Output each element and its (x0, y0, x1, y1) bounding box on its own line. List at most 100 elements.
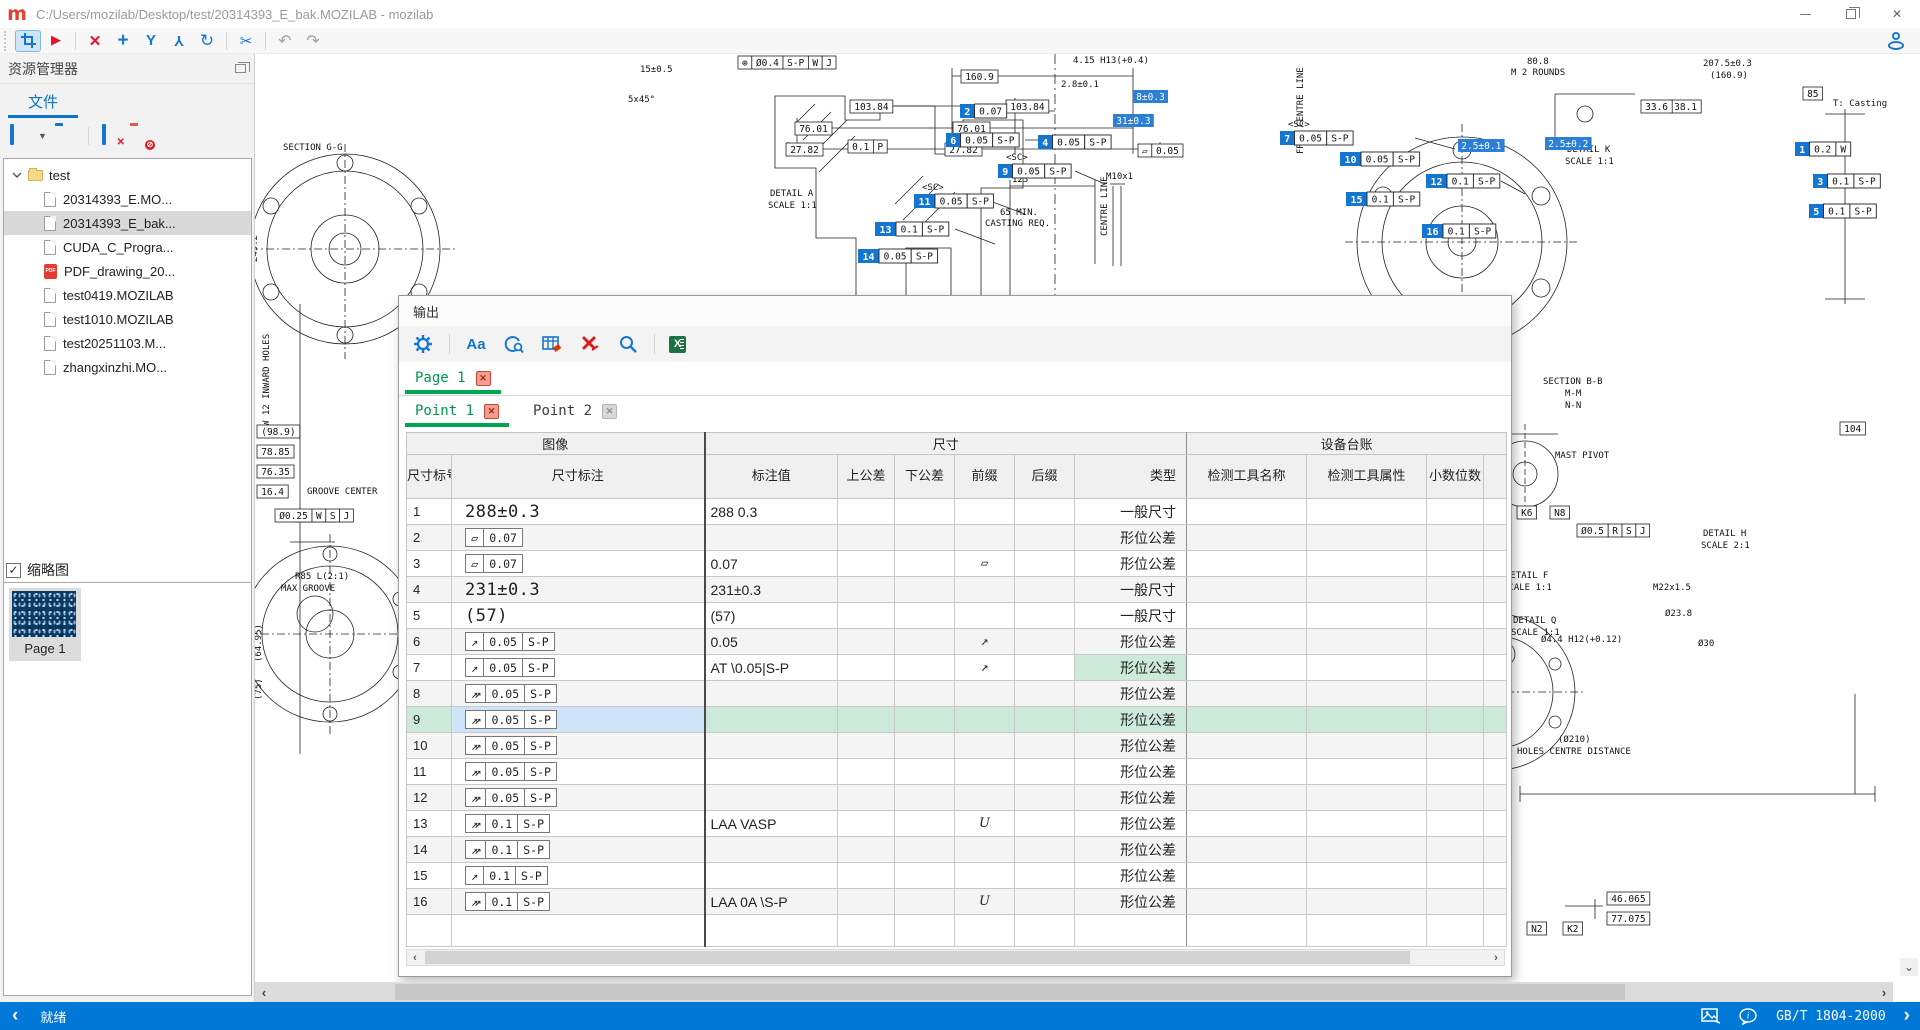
cell-value[interactable] (705, 525, 838, 551)
cell-lower-tol[interactable] (895, 863, 955, 889)
cell-tool-attr[interactable] (1307, 811, 1427, 837)
cell-annotation[interactable]: ↗↗0.05S-P (452, 785, 705, 811)
cell-tool-attr[interactable] (1307, 603, 1427, 629)
cell-dim-id[interactable]: 5 (407, 603, 452, 629)
cell-dim-id[interactable]: 10 (407, 733, 452, 759)
cell-prefix[interactable]: U (955, 889, 1015, 915)
cell-suffix[interactable] (1015, 577, 1075, 603)
cell-type[interactable]: 形位公差 (1075, 551, 1187, 577)
redo-button[interactable]: ↷ (300, 30, 326, 52)
cell-value[interactable]: 288 0.3 (705, 499, 838, 525)
cell-decimals[interactable] (1427, 551, 1484, 577)
cell-tool-attr[interactable] (1307, 707, 1427, 733)
cell-suffix[interactable] (1015, 525, 1075, 551)
cell-dim-id[interactable]: 1 (407, 499, 452, 525)
account-icon[interactable] (1886, 31, 1906, 51)
cell-value[interactable]: AT \0.05|S-P (705, 655, 838, 681)
cell-upper-tol[interactable] (838, 785, 895, 811)
settings-gear-icon[interactable] (411, 332, 435, 356)
cell-upper-tol[interactable] (838, 629, 895, 655)
cell-upper-tol[interactable] (838, 603, 895, 629)
cell-decimals[interactable] (1427, 837, 1484, 863)
cell-tool-attr[interactable] (1307, 655, 1427, 681)
cell-lower-tol[interactable] (895, 811, 955, 837)
cell-lower-tol[interactable] (895, 889, 955, 915)
tab-files[interactable]: 文件 (28, 85, 58, 118)
cell-value[interactable] (705, 733, 838, 759)
tolerance-standard-label[interactable]: GB/T 1804-2000 (1776, 1009, 1886, 1024)
add-point-button[interactable]: + (110, 30, 136, 52)
cell-tool-attr[interactable] (1307, 863, 1427, 889)
cell-filler[interactable] (1484, 629, 1507, 655)
scrollbar-thumb[interactable] (395, 984, 1625, 1000)
file-item[interactable]: test1010.MOZILAB (4, 307, 251, 331)
excel-export-icon[interactable]: X (669, 336, 686, 353)
cell-tool-attr[interactable] (1307, 629, 1427, 655)
info-bubble-icon[interactable]: i (1739, 1008, 1758, 1025)
cell-suffix[interactable] (1015, 863, 1075, 889)
cell-decimals[interactable] (1427, 863, 1484, 889)
cell-suffix[interactable] (1015, 785, 1075, 811)
cell-upper-tol[interactable] (838, 525, 895, 551)
cell-lower-tol[interactable] (895, 551, 955, 577)
cell-tool-attr[interactable] (1307, 785, 1427, 811)
cell-dim-id[interactable]: 11 (407, 759, 452, 785)
cell-tool-name[interactable] (1187, 863, 1307, 889)
cell-decimals[interactable] (1427, 655, 1484, 681)
cell-suffix[interactable] (1015, 629, 1075, 655)
cell-dim-id[interactable]: 16 (407, 889, 452, 915)
file-item[interactable]: 20314393_E.MO... (4, 187, 251, 211)
cell-type[interactable]: 一般尺寸 (1075, 577, 1187, 603)
cell-dim-id[interactable]: 2 (407, 525, 452, 551)
file-item[interactable]: test0419.MOZILAB (4, 283, 251, 307)
cell-annotation[interactable]: ↗0.05S-P (452, 629, 705, 655)
cell-value[interactable] (705, 707, 838, 733)
col-tool-name[interactable]: 检测工具名称 (1187, 455, 1307, 499)
cell-lower-tol[interactable] (895, 837, 955, 863)
cell-type[interactable]: 形位公差 (1075, 889, 1187, 915)
cell-decimals[interactable] (1427, 733, 1484, 759)
delete-folder-button[interactable]: ⊘ (130, 126, 150, 146)
cell-decimals[interactable] (1427, 707, 1484, 733)
cell-tool-attr[interactable] (1307, 759, 1427, 785)
cell-value[interactable] (705, 681, 838, 707)
cell-dim-id[interactable]: 14 (407, 837, 452, 863)
undo-button[interactable]: ↶ (272, 30, 298, 52)
scrollbar-thumb[interactable] (425, 951, 1410, 964)
cell-prefix[interactable]: ↗ (955, 655, 1015, 681)
cell-prefix[interactable] (955, 863, 1015, 889)
cell-annotation[interactable]: (57) (452, 603, 705, 629)
cell-decimals[interactable] (1427, 889, 1484, 915)
cell-decimals[interactable] (1427, 759, 1484, 785)
cell-type[interactable]: 形位公差 (1075, 785, 1187, 811)
cell-value[interactable]: 231±0.3 (705, 577, 838, 603)
cell-upper-tol[interactable] (838, 837, 895, 863)
tab-page-1[interactable]: Page 1 ✕ (413, 367, 493, 394)
cell-tool-name[interactable] (1187, 785, 1307, 811)
cell-dim-id[interactable]: 4 (407, 577, 452, 603)
cell-upper-tol[interactable] (838, 759, 895, 785)
cell-upper-tol[interactable] (838, 681, 895, 707)
cell-decimals[interactable] (1427, 811, 1484, 837)
cell-value[interactable]: LAA VASP (705, 811, 838, 837)
drawing-canvas-area[interactable]: SECTION G-G15±0.55x45°4.15 H13(+0.4)2.8±… (255, 54, 1920, 1002)
cell-annotation[interactable]: ↗↗0.1S-P (452, 889, 705, 915)
cell-dim-id[interactable]: 7 (407, 655, 452, 681)
main-hscrollbar[interactable]: ‹ › (255, 982, 1893, 1002)
close-button[interactable]: ✕ (1874, 0, 1920, 28)
cell-type[interactable]: 形位公差 (1075, 525, 1187, 551)
cell-upper-tol[interactable] (838, 811, 895, 837)
scroll-right-icon[interactable]: › (1875, 985, 1893, 1000)
cell-lower-tol[interactable] (895, 525, 955, 551)
cell-suffix[interactable] (1015, 837, 1075, 863)
cell-tool-name[interactable] (1187, 733, 1307, 759)
cell-annotation[interactable]: ▱0.07 (452, 551, 705, 577)
cell-tool-name[interactable] (1187, 577, 1307, 603)
crop-tool-button[interactable] (15, 30, 41, 52)
rotate-tool-button[interactable]: ↻ (194, 30, 220, 52)
cell-suffix[interactable] (1015, 603, 1075, 629)
cell-dim-id[interactable]: 9 (407, 707, 452, 733)
cell-annotation[interactable]: ▱0.07 (452, 525, 705, 551)
close-tab-icon[interactable]: ✕ (484, 404, 499, 419)
cell-dim-id[interactable]: 12 (407, 785, 452, 811)
